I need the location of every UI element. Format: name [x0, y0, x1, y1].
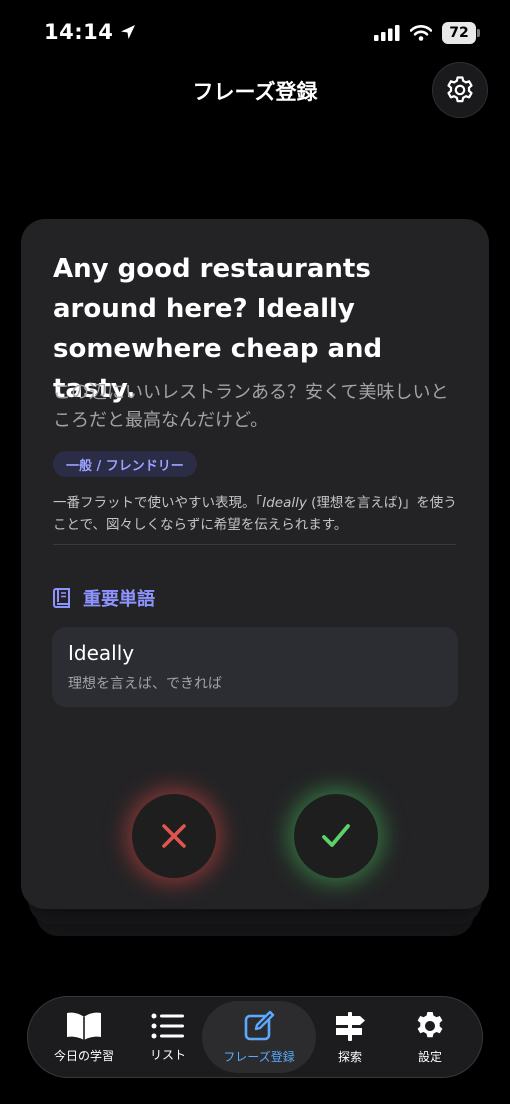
tab-bar: 今日の学習 リスト フレーズ登録 探索 設定 [27, 996, 483, 1078]
tab-phrase-register[interactable]: フレーズ登録 [202, 1001, 316, 1073]
book-icon [53, 588, 70, 608]
tab-list-label: リスト [149, 1047, 186, 1062]
checkmark-icon [322, 824, 350, 847]
register-tag-label: 一般 / フレンドリー [66, 458, 184, 474]
phrase-card[interactable]: Any good restaurants around here? Ideall… [21, 219, 489, 909]
reject-button[interactable] [132, 794, 216, 878]
divider [53, 544, 456, 545]
tab-list[interactable]: リスト [132, 1001, 204, 1073]
usage-note-text-1: 一番フラットで使いやすい表現。「 [53, 495, 263, 511]
tab-today-label: 今日の学習 [53, 1048, 114, 1063]
register-tag: 一般 / フレンドリー [53, 451, 197, 477]
status-time-text: 14:14 [44, 20, 114, 44]
vocab-item: Ideally 理想を言えば、できれば [52, 627, 458, 707]
tab-phrase-register-label: フレーズ登録 [223, 1049, 295, 1064]
vocab-word: Ideally [68, 641, 135, 665]
wifi-icon [410, 25, 432, 41]
book-open-icon [67, 1012, 101, 1040]
gear-icon [447, 76, 473, 103]
tab-settings[interactable]: 設定 [394, 1001, 466, 1073]
vocab-heading: 重要単語 [53, 585, 155, 611]
tab-explore[interactable]: 探索 [314, 1001, 386, 1073]
battery-level: 72 [449, 25, 469, 41]
settings-button[interactable] [432, 62, 488, 118]
accept-button[interactable] [294, 794, 378, 878]
vocab-meaning: 理想を言えば、できれば [68, 676, 222, 692]
tab-explore-label: 探索 [337, 1049, 362, 1064]
usage-note-italic: Ideally [262, 495, 307, 511]
battery-indicator: 72 [442, 22, 480, 44]
phrase-japanese: この辺にいいレストランある？安くて美味しいところだと最高なんだけど。 [53, 382, 449, 431]
vocab-heading-label: 重要単語 [83, 589, 155, 610]
cellular-signal-icon [374, 25, 400, 41]
edit-icon [244, 1010, 275, 1040]
status-indicators: 72 [374, 22, 480, 44]
status-time: 14:14 [44, 20, 137, 44]
list-icon [151, 1013, 184, 1038]
location-arrow-icon [121, 25, 136, 39]
tab-settings-label: 設定 [417, 1049, 442, 1064]
gear-icon [417, 1011, 443, 1037]
tab-today[interactable]: 今日の学習 [46, 1001, 122, 1073]
signpost-icon [336, 1011, 365, 1041]
x-icon [162, 824, 186, 848]
usage-note: 一番フラットで使いやすい表現。「Ideally (理想を言えば)」を使うことで、… [53, 492, 458, 536]
